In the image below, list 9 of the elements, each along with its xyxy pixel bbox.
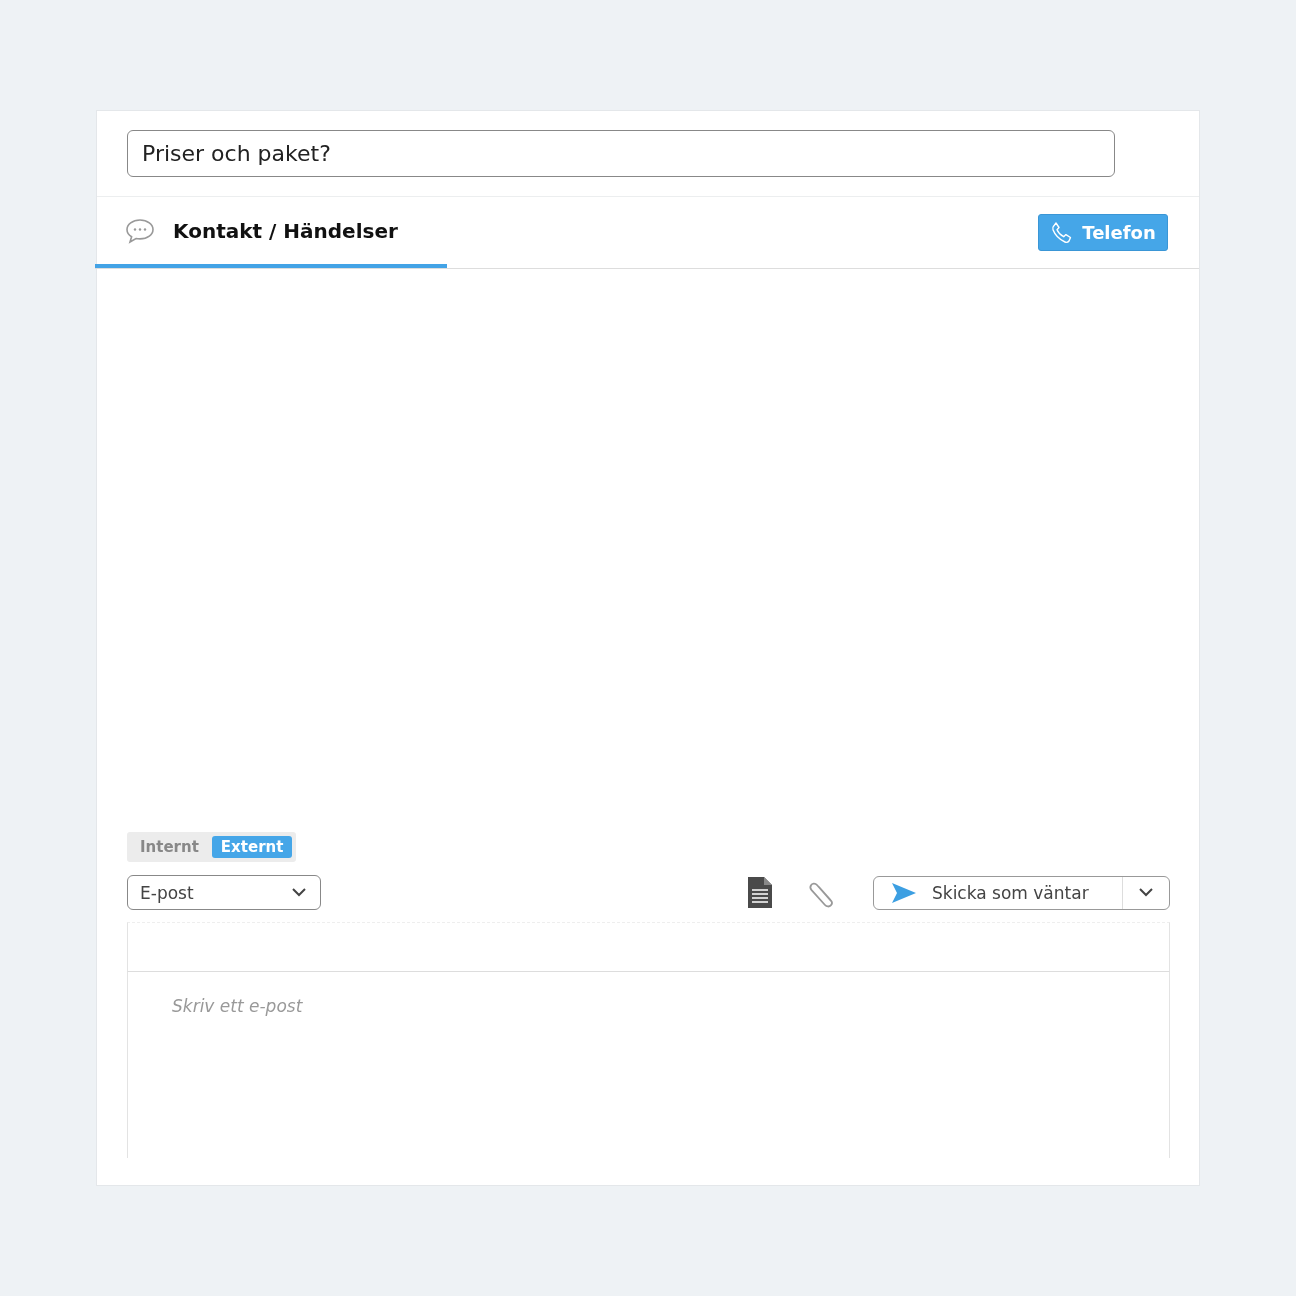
channel-select[interactable]: E-post (127, 875, 321, 910)
chat-icon (125, 217, 155, 244)
chevron-down-icon (292, 888, 306, 897)
tab[interactable]: Kontakt / Händelser (95, 197, 447, 268)
document-icon[interactable] (747, 876, 773, 909)
chevron-down-icon (1139, 888, 1153, 897)
send-icon (892, 882, 916, 903)
message-field[interactable]: Skriv ett e-post (127, 972, 1170, 1158)
subject-field[interactable]: Priser och paket? (127, 130, 1115, 177)
